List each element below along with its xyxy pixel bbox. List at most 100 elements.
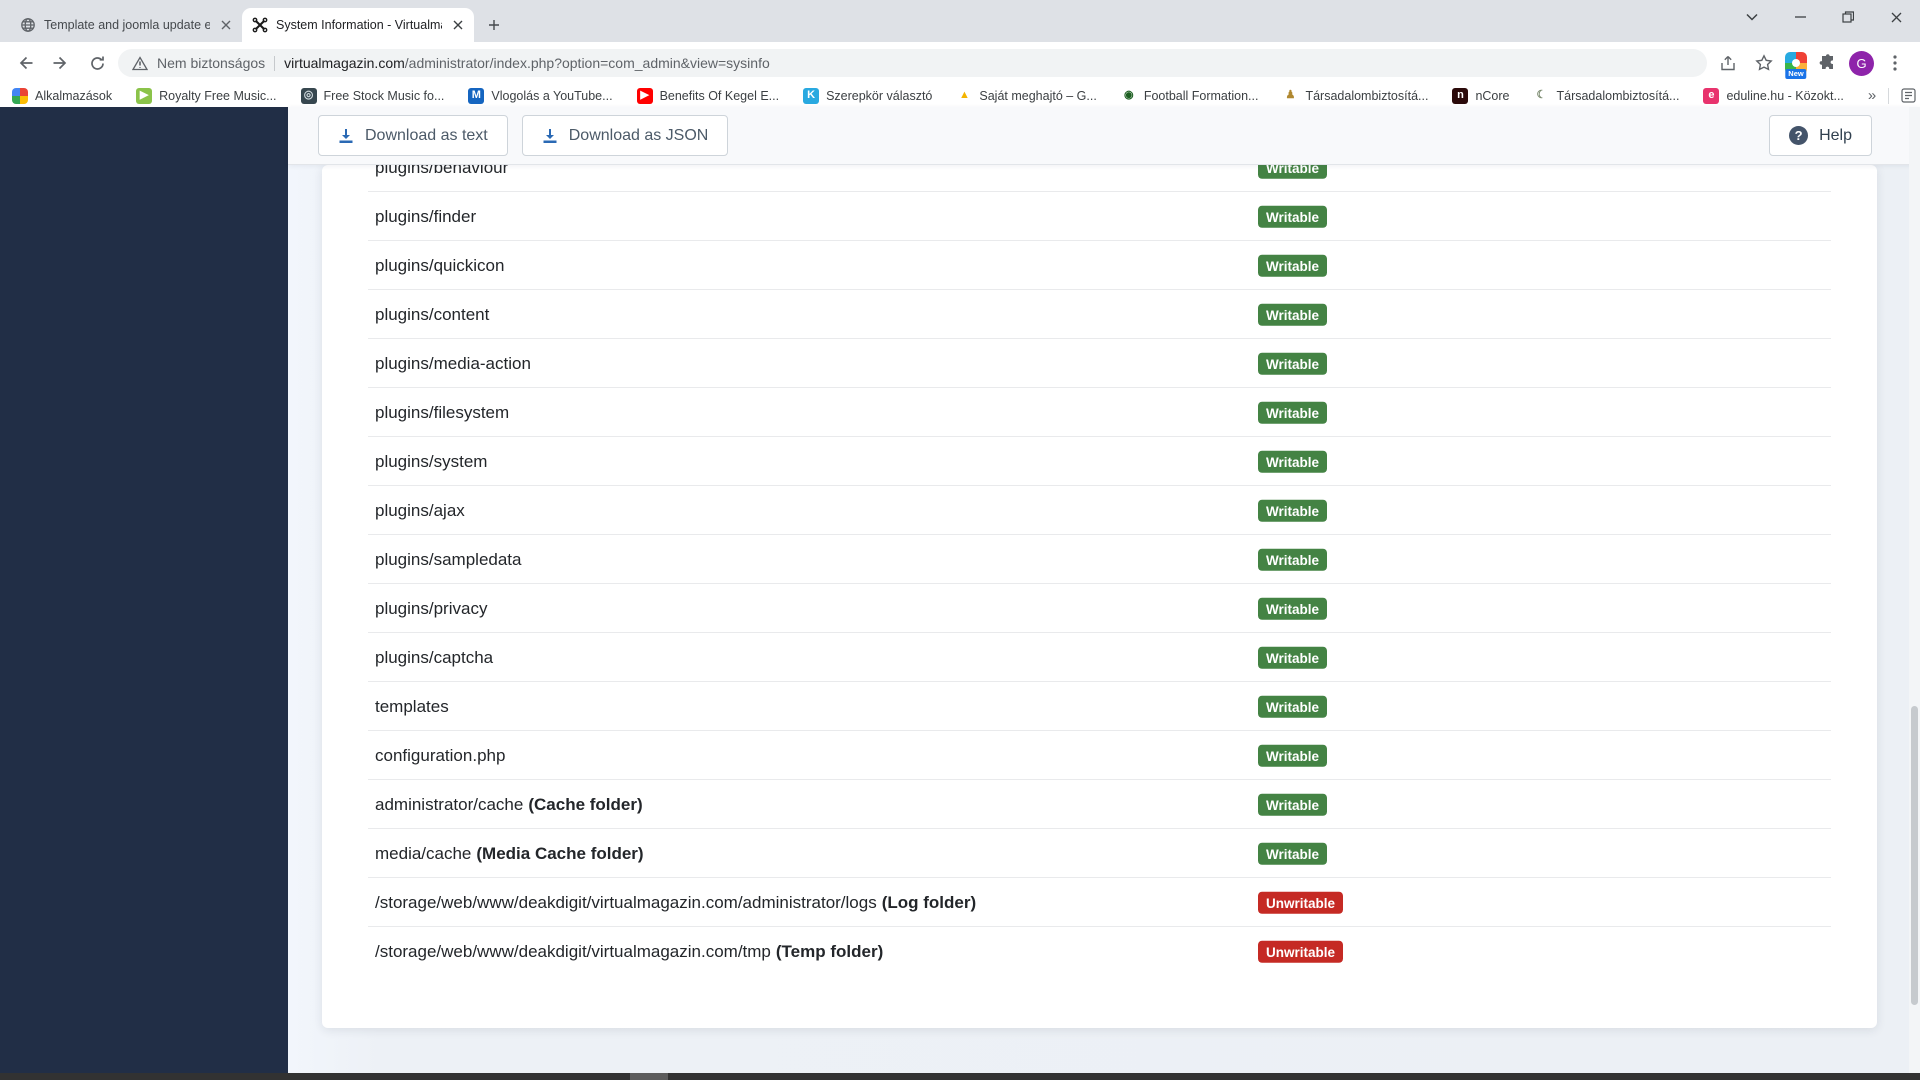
bookmarks-right: » Olvasási lista [1868, 87, 1920, 104]
tab-title: Template and joomla update erro [44, 18, 210, 32]
bookmark-label: Szerepkör választó [826, 89, 932, 103]
tab-close-icon[interactable] [218, 17, 234, 33]
music-site-icon: ▶ [136, 88, 152, 104]
status-badge: Writable [1258, 352, 1327, 375]
bookmark-label: eduline.hu - Közokt... [1726, 89, 1843, 103]
tab-close-icon[interactable] [450, 17, 466, 33]
bookmark-label: Alkalmazások [35, 89, 112, 103]
download-icon [542, 128, 558, 144]
status-badge: Writable [1258, 695, 1327, 718]
address-toolbar: Nem biztonságos virtualmagazin.com/admin… [0, 42, 1920, 84]
bookmark-item[interactable]: ▶ Benefits Of Kegel E... [637, 88, 780, 104]
share-icon[interactable] [1713, 48, 1743, 78]
bookmark-item[interactable]: ☾ Társadalombiztosítá... [1533, 88, 1679, 104]
bookmark-label: Free Stock Music fo... [324, 89, 445, 103]
directory-row: plugins/finder Writable [322, 192, 1877, 241]
directory-path: plugins/captcha [375, 648, 493, 668]
status-badge: Writable [1258, 401, 1327, 424]
status-badge: Writable [1258, 646, 1327, 669]
status-badge: Writable [1258, 597, 1327, 620]
bookmark-item[interactable]: n nCore [1452, 88, 1509, 104]
maximize-button[interactable] [1824, 0, 1872, 34]
directory-path: plugins/quickicon [375, 256, 504, 276]
directory-path: templates [375, 697, 449, 717]
bookmark-item[interactable]: K Szerepkör választó [803, 88, 932, 104]
extensions-puzzle-icon[interactable] [1813, 48, 1843, 78]
back-button[interactable] [10, 48, 40, 78]
tab-system-information[interactable]: System Information - Virtualmaga [242, 8, 474, 42]
status-badge: Writable [1258, 205, 1327, 228]
url-path: /administrator/index.php?option=com_admi… [405, 55, 770, 71]
bookmarks-divider [1888, 88, 1889, 104]
vlog-site-icon: M [468, 88, 484, 104]
directory-path: /storage/web/www/deakdigit/virtualmagazi… [375, 942, 883, 962]
directory-path: media/cache(Media Cache folder) [375, 844, 644, 864]
directory-row: plugins/system Writable [322, 437, 1877, 486]
reload-button[interactable] [82, 48, 112, 78]
horizontal-scrollbar[interactable] [0, 1073, 1920, 1080]
reading-list-button[interactable]: Olvasási lista [1901, 88, 1920, 103]
directory-row: plugins/privacy Writable [322, 584, 1877, 633]
status-badge: Writable [1258, 499, 1327, 522]
directory-path: plugins/finder [375, 207, 476, 227]
tab-template-update[interactable]: Template and joomla update erro [10, 8, 242, 42]
not-secure-warning-icon [132, 56, 148, 71]
extension-new-badge: New [1785, 69, 1806, 79]
page-content: Download as text Download as JSON ? Help… [0, 107, 1920, 1080]
directory-path: plugins/filesystem [375, 403, 509, 423]
admin-sidebar [0, 107, 288, 1080]
globe-favicon-icon [20, 17, 36, 33]
bookmarks-overflow-chevron[interactable]: » [1868, 87, 1876, 104]
bookmark-item[interactable]: ▲ Saját meghajtó – G... [956, 88, 1096, 104]
status-badge: Writable [1258, 303, 1327, 326]
directory-row: templates Writable [322, 682, 1877, 731]
bookmark-label: Vlogolás a YouTube... [491, 89, 612, 103]
bookmark-item[interactable]: ▶ Royalty Free Music... [136, 88, 276, 104]
status-badge: Unwritable [1258, 940, 1343, 963]
directory-row: /storage/web/www/deakdigit/virtualmagazi… [322, 878, 1877, 927]
status-badge: Writable [1258, 450, 1327, 473]
sysinfo-toolbar: Download as text Download as JSON ? Help [288, 107, 1920, 165]
bookmark-label: Royalty Free Music... [159, 89, 276, 103]
window-controls [1728, 0, 1920, 34]
tab-title: System Information - Virtualmaga [276, 18, 442, 32]
bookmark-label: nCore [1475, 89, 1509, 103]
extension-new-icon[interactable]: New [1785, 52, 1807, 74]
vertical-scrollbar-thumb[interactable] [1911, 706, 1918, 1005]
directory-permissions-card: plugins/behaviour Writable plugins/finde… [322, 165, 1877, 1028]
bookmark-item[interactable]: e eduline.hu - Közokt... [1703, 88, 1843, 104]
url-bar[interactable]: Nem biztonságos virtualmagazin.com/admin… [118, 49, 1707, 77]
bookmark-star-icon[interactable] [1749, 48, 1779, 78]
forward-button[interactable] [46, 48, 76, 78]
tab-search-icon[interactable] [1728, 0, 1776, 34]
minimize-button[interactable] [1776, 0, 1824, 34]
horizontal-scrollbar-thumb[interactable] [630, 1073, 668, 1080]
bookmark-item[interactable]: ◉ Football Formation... [1121, 88, 1259, 104]
bookmark-item[interactable]: ♟ Társadalombiztosítá... [1282, 88, 1428, 104]
directory-path: plugins/media-action [375, 354, 531, 374]
tb-site-icon: ♟ [1282, 88, 1298, 104]
bookmark-item[interactable]: ◎ Free Stock Music fo... [301, 88, 445, 104]
help-button[interactable]: ? Help [1769, 115, 1872, 156]
bookmark-item[interactable]: Alkalmazások [12, 88, 112, 104]
directory-row: plugins/content Writable [322, 290, 1877, 339]
moon-site-icon: ☾ [1533, 88, 1549, 104]
directory-row: configuration.php Writable [322, 731, 1877, 780]
ncore-icon: n [1452, 88, 1468, 104]
directory-row: /storage/web/www/deakdigit/virtualmagazi… [322, 927, 1877, 976]
reading-list-icon [1901, 88, 1916, 103]
role-picker-icon: K [803, 88, 819, 104]
close-window-button[interactable] [1872, 0, 1920, 34]
vertical-scrollbar[interactable] [1909, 107, 1920, 1073]
download-as-json-button[interactable]: Download as JSON [522, 115, 729, 156]
profile-avatar[interactable]: G [1849, 51, 1874, 76]
new-tab-button[interactable] [480, 11, 508, 39]
directory-path: /storage/web/www/deakdigit/virtualmagazi… [375, 893, 976, 913]
directory-row: plugins/sampledata Writable [322, 535, 1877, 584]
download-as-text-button[interactable]: Download as text [318, 115, 508, 156]
directory-row: plugins/behaviour Writable [322, 165, 1877, 192]
bookmark-item[interactable]: M Vlogolás a YouTube... [468, 88, 612, 104]
browser-menu-kebab-icon[interactable] [1880, 48, 1910, 78]
browser-window: Template and joomla update erro System I… [0, 0, 1920, 1080]
bookmark-label: Társadalombiztosítá... [1556, 89, 1679, 103]
